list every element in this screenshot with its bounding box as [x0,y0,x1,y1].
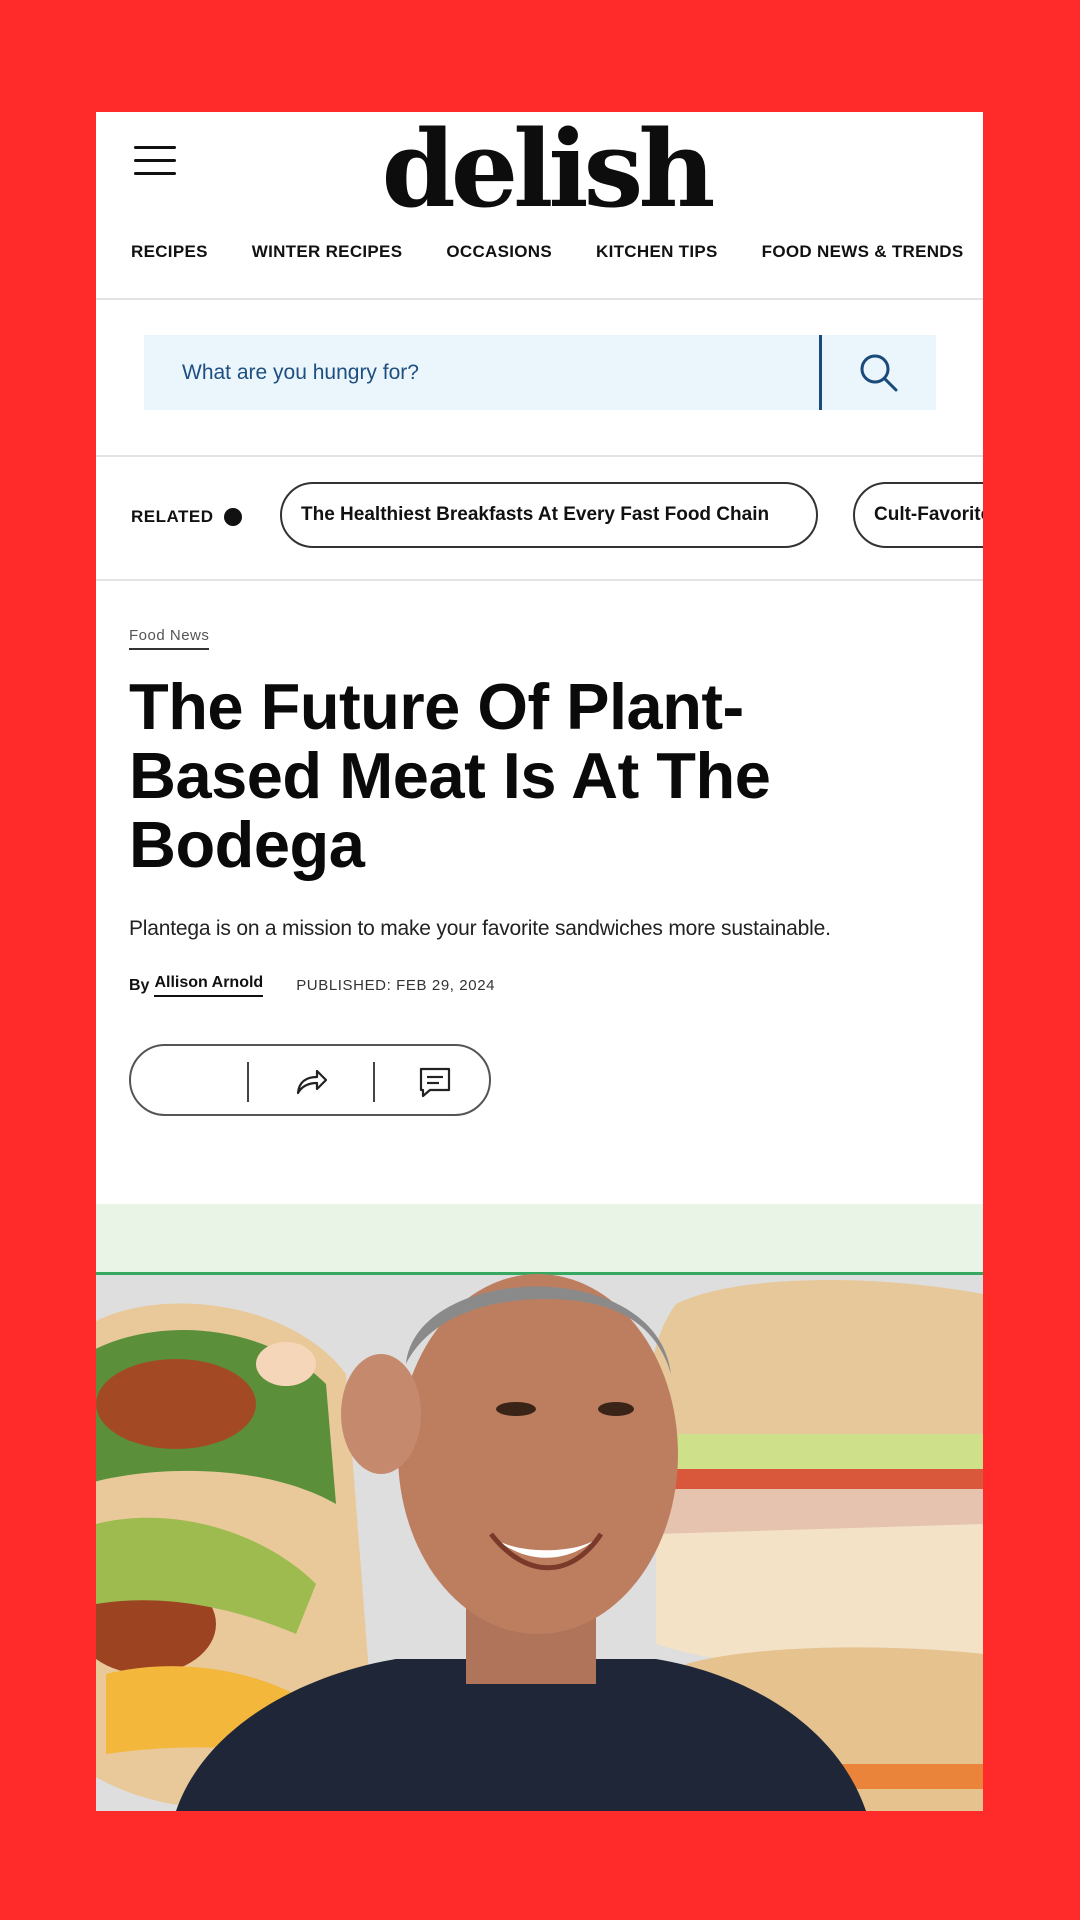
publish-date: PUBLISHED: FEB 29, 2024 [296,977,496,994]
category-link[interactable]: Food News [129,627,210,650]
article-actions [129,1044,491,1116]
header-divider [96,298,983,300]
related-label-text: RELATED [131,507,214,526]
byline-prefix: By [129,976,150,994]
related-pill-healthiest-breakfasts[interactable]: The Healthiest Breakfasts At Every Fast … [280,482,818,548]
main-nav: RECIPES WINTER RECIPES OCCASIONS KITCHEN… [131,242,983,262]
author-link[interactable]: Allison Arnold [154,974,264,997]
related-divider [96,579,983,581]
action-separator [373,1062,375,1102]
byline: By Allison Arnold PUBLISHED: FEB 29, 202… [129,974,495,997]
save-icon[interactable] [167,1062,207,1102]
search-input[interactable] [144,334,819,411]
comment-icon[interactable] [415,1062,455,1102]
article-page: delish RECIPES WINTER RECIPES OCCASIONS … [96,112,983,1811]
article-dek: Plantega is on a mission to make your fa… [129,917,831,940]
search-icon [860,354,898,391]
nav-item-food-news-trends[interactable]: FOOD NEWS & TRENDS [762,242,964,262]
related-dot-icon [223,508,242,526]
menu-icon[interactable] [134,142,178,178]
search-button[interactable] [822,335,936,410]
nav-item-winter-recipes[interactable]: WINTER RECIPES [252,242,403,262]
related-label: RELATED [131,507,242,527]
search-bar [144,334,936,411]
hero-image [96,1204,983,1811]
nav-item-kitchen-tips[interactable]: KITCHEN TIPS [596,242,718,262]
hero-illustration [96,1204,983,1811]
share-icon[interactable] [290,1062,330,1102]
delish-logo[interactable]: delish [336,116,756,222]
nav-item-recipes[interactable]: RECIPES [131,242,208,262]
nav-item-occasions[interactable]: OCCASIONS [446,242,552,262]
article-headline: The Future Of Plant-Based Meat Is At The… [129,670,771,881]
related-pill-cult-favorite[interactable]: Cult-Favorite [853,482,983,548]
action-separator [247,1062,249,1102]
search-divider-bottom [96,455,983,457]
